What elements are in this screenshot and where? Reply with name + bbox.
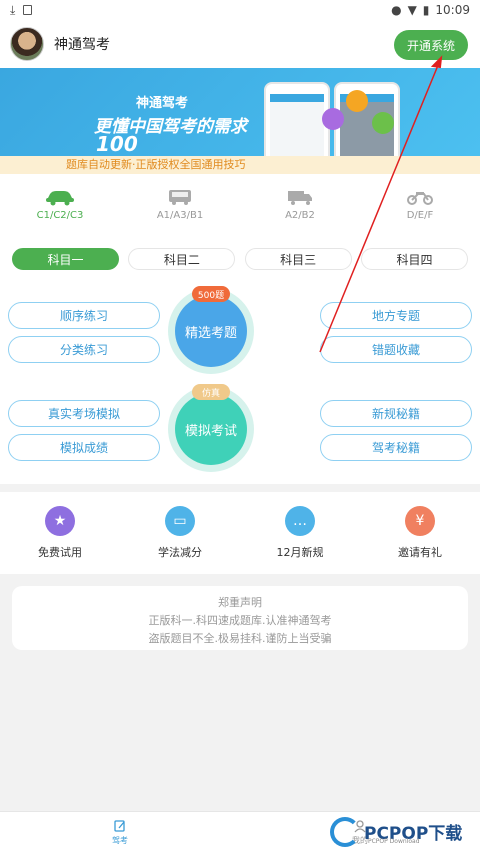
new-rules-guide-button[interactable]: 新规秘籍 [320,400,472,427]
statement-card: 郑重声明 正版科一.科四速成题库.认准神通驾考 盗版题目不全.极易挂科.谨防上当… [12,586,468,650]
open-system-button[interactable]: 开通系统 [394,30,468,60]
banner-bubble-orange [346,90,368,112]
feature-label: 学法减分 [158,546,202,559]
feature-invite[interactable]: ¥ 邀请有礼 [360,492,480,574]
tab-subject-2[interactable]: 科目二 [128,248,236,270]
star-icon: ★ [45,506,75,536]
category-a1a3b1[interactable]: A1/A3/B1 [120,174,240,234]
tab-subject-4[interactable]: 科目四 [360,248,468,270]
card-icon: ▭ [165,506,195,536]
selected-questions-label: 精选考题 [184,325,237,341]
watermark-small-text: PCPOP Download [368,838,420,845]
mock-scores-button[interactable]: 模拟成绩 [8,434,160,461]
wrong-questions-button[interactable]: 错题收藏 [320,336,472,363]
driving-test-guide-button[interactable]: 驾考秘籍 [320,434,472,461]
notice-bar: 题库自动更新·正版授权全国通用技巧 [0,156,480,174]
wifi-icon: ▼ [407,3,417,17]
banner-bubble-green [372,112,394,134]
banner-bubble-purple [322,108,344,130]
pcpop-watermark: PCPOP下载 PCPOP Download [330,810,480,853]
promo-banner[interactable]: 神通驾考 更懂中国驾考的需求 100 [0,68,480,156]
mock-exam-label: 模拟考试 [184,423,237,439]
battery-icon: ▮ [422,3,430,17]
feature-label: 邀请有礼 [398,546,442,559]
vehicle-category-bar: C1/C2/C3 A1/A3/B1 A2/B2 D/E/F [0,174,480,234]
category-label: A2/B2 [285,209,315,221]
download-icon: ⤓ [10,2,16,17]
statement-title: 郑重声明 [218,596,262,609]
feature-row: ★ 免费试用 ▭ 学法减分 … 12月新规 ¥ 邀请有礼 [0,492,480,574]
practice-section: 顺序练习 分类练习 地方专题 错题收藏 精选考题 500题 真实考场模拟 模拟成… [0,284,480,484]
car-icon [46,190,74,205]
selected-questions-circle[interactable]: 精选考题 500题 [168,286,254,374]
money-bag-icon: ¥ [405,506,435,536]
category-label: C1/C2/C3 [36,209,84,221]
feature-label: 免费试用 [38,546,82,559]
real-exam-simulation-button[interactable]: 真实考场模拟 [8,400,160,427]
pcpop-logo-icon [330,816,360,847]
category-a2b2[interactable]: A2/B2 [240,174,360,234]
avatar[interactable] [10,27,44,61]
phone-mockup-left [264,82,330,156]
category-def[interactable]: D/E/F [360,174,480,234]
simulation-badge: 仿真 [192,384,230,400]
feature-label: 12月新规 [276,546,324,559]
question-count-badge: 500题 [192,286,230,302]
statement-line-1: 正版科一.科四速成题库.认准神通驾考 [148,614,332,627]
edit-document-icon [114,820,125,832]
motorcycle-icon [407,191,433,205]
feature-study-law[interactable]: ▭ 学法减分 [120,492,240,574]
sequential-practice-button[interactable]: 顺序练习 [8,302,160,329]
selected-questions-inner: 精选考题 [175,295,247,367]
mock-exam-inner: 模拟考试 [175,393,247,465]
tab-subject-1[interactable]: 科目一 [12,248,119,270]
status-time: 10:09 [435,3,470,17]
mock-exam-circle[interactable]: 模拟考试 仿真 [168,384,254,472]
category-label: D/E/F [406,209,434,221]
location-icon: ● [391,3,402,17]
category-practice-button[interactable]: 分类练习 [8,336,160,363]
truck-icon [288,190,312,205]
banner-title: 神通驾考 [136,96,189,111]
local-topics-button[interactable]: 地方专题 [320,302,472,329]
tab-home-label: 驾考 [112,836,128,845]
status-bar: ⤓ ● ▼ ▮ 10:09 [0,0,480,20]
statement-line-2: 盗版题目不全.极易挂科.谨防上当受骗 [148,632,332,645]
chat-icon: … [285,506,315,536]
bus-icon [169,189,191,205]
category-c1c2c3[interactable]: C1/C2/C3 [0,174,120,234]
category-label: A1/A3/B1 [156,209,204,221]
feature-new-rules[interactable]: … 12月新规 [240,492,360,574]
app-notification-icon [23,5,33,15]
subject-tabs: 科目一 科目二 科目三 科目四 [0,234,480,284]
tab-subject-3[interactable]: 科目三 [244,248,352,270]
banner-number: 100 [96,132,138,156]
app-name: 神通驾考 [54,37,110,53]
tab-home[interactable]: 驾考 [0,812,240,853]
feature-free-trial[interactable]: ★ 免费试用 [0,492,120,574]
app-header: 神通驾考 开通系统 [0,20,480,68]
